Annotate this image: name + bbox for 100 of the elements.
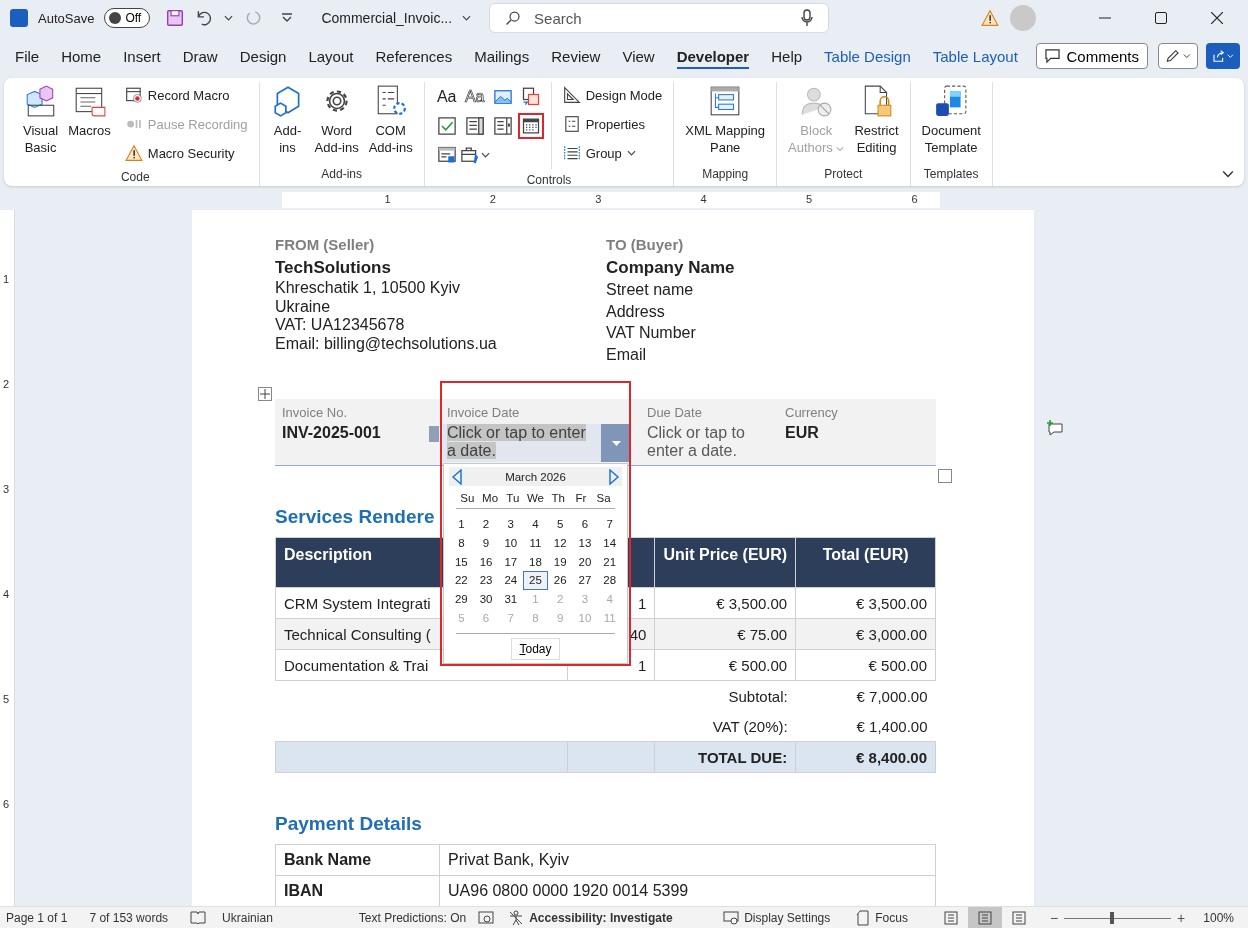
ribbon-button[interactable]: Document Template (918, 82, 984, 163)
calendar-day[interactable]: 15 (449, 552, 474, 572)
editing-button[interactable] (1158, 43, 1198, 69)
calendar-day[interactable]: 24 (498, 571, 524, 590)
calendar-day[interactable]: 2 (473, 515, 499, 534)
field-value: INV-2025-001 (282, 424, 381, 442)
control-button[interactable] (517, 112, 544, 139)
ribbon-tab[interactable]: Review (540, 36, 612, 76)
table-cell: Privat Bank, Kyiv (439, 844, 936, 876)
calendar-day[interactable]: 28 (597, 571, 622, 590)
book-check-icon[interactable] (190, 911, 207, 925)
placeholder-text[interactable]: Click or tap to enter a date. (647, 424, 778, 460)
field-label: Invoice Date (447, 405, 521, 420)
word-count[interactable]: 7 of 153 words (89, 911, 169, 925)
ribbon-tab[interactable]: Layout (297, 36, 365, 76)
calendar-day[interactable]: 31 (498, 589, 524, 609)
ribbon-button[interactable]: Word Add-ins (311, 82, 362, 163)
calendar-day[interactable]: 17 (498, 552, 524, 572)
previous-month-button[interactable] (451, 468, 463, 485)
view-button[interactable] (967, 907, 1002, 928)
table-move-icon[interactable] (258, 387, 272, 401)
address-line: Email (606, 344, 647, 365)
zoom-thumb[interactable] (1110, 912, 1115, 924)
calendar-day[interactable]: 25 (523, 571, 548, 590)
ribbon-button[interactable]: Visual Basic (20, 82, 62, 166)
chevron-down-icon (480, 151, 490, 158)
language-label[interactable]: Ukrainian (222, 911, 273, 925)
control-handle[interactable] (429, 426, 439, 442)
maximize-icon[interactable] (1155, 12, 1167, 24)
calendar-day[interactable]: 29 (449, 589, 474, 609)
today-button[interactable]: Today (511, 638, 560, 661)
ribbon-tab[interactable]: Mailings (463, 36, 541, 76)
calendar-day[interactable]: 6 (572, 515, 598, 534)
calendar-day[interactable]: 27 (572, 571, 598, 590)
calendar-day[interactable]: 14 (597, 533, 622, 553)
ribbon-tab[interactable]: Developer (665, 36, 761, 76)
weekday-label: Mo (481, 492, 500, 504)
calendar-day[interactable]: 1 (449, 515, 474, 534)
table-resize-handle[interactable] (938, 469, 952, 483)
save-icon[interactable] (166, 9, 185, 27)
calendar-day[interactable]: 16 (473, 552, 499, 572)
autosave-toggle[interactable]: Off (104, 8, 151, 28)
calendar-day[interactable]: 3 (498, 515, 524, 534)
calendar-day[interactable]: 23 (473, 571, 499, 590)
focus-target-icon[interactable] (478, 911, 495, 925)
ribbon-tab[interactable]: Table Layout (921, 36, 1029, 76)
ribbon-tab[interactable]: Help (760, 36, 814, 76)
ribbon-tab[interactable]: Home (50, 36, 113, 76)
ribbon-tab[interactable]: References (364, 36, 464, 76)
zoom-out-button[interactable]: − (1049, 910, 1059, 926)
zoom-level[interactable]: 100% (1203, 911, 1234, 925)
ribbon-tab[interactable]: Draw (171, 36, 229, 76)
calendar-day[interactable]: 30 (473, 589, 499, 609)
weekday-label: Sa (595, 492, 612, 504)
calendar-day[interactable]: 7 (597, 515, 622, 534)
ribbon-button[interactable]: Macro Security (121, 140, 251, 166)
ruler-number: 4 (3, 588, 10, 600)
calendar-day[interactable]: 5 (547, 515, 573, 534)
close-icon[interactable] (1211, 12, 1223, 24)
ribbon-button[interactable]: XML Mapping Pane (682, 82, 769, 163)
microphone-icon[interactable] (801, 9, 814, 27)
share-button[interactable] (1206, 43, 1240, 69)
focus-button[interactable]: Focus (856, 910, 908, 926)
search-field[interactable]: Search (489, 3, 830, 33)
ribbon-button[interactable]: Macros (65, 82, 114, 166)
calendar-day[interactable]: 22 (449, 571, 474, 590)
display-settings-button[interactable]: Display Settings (723, 911, 831, 925)
next-month-button[interactable] (608, 468, 620, 485)
ruler-number: 3 (595, 193, 602, 205)
calendar-day[interactable]: 18 (523, 552, 548, 572)
new-comment-icon[interactable] (1046, 420, 1064, 436)
ribbon-button[interactable]: Design Mode (559, 82, 666, 108)
ribbon-tab[interactable]: Table Design (813, 36, 922, 76)
ribbon-button[interactable]: Group (559, 140, 666, 166)
ribbon-button[interactable]: Add- ins (267, 82, 308, 163)
ribbon-button[interactable]: Properties (559, 111, 666, 137)
collapse-ribbon-icon[interactable] (1222, 170, 1234, 178)
page-count[interactable]: Page 1 of 1 (6, 911, 68, 925)
chevron-down-icon (1227, 53, 1234, 59)
text-control-button[interactable]: Aa (433, 84, 460, 109)
accessibility-button[interactable]: Accessibility: Investigate (508, 910, 673, 926)
ribbon-tab[interactable]: Design (228, 36, 298, 76)
calendar-day[interactable]: 4 (523, 515, 548, 534)
ribbon-tab[interactable]: Insert (112, 36, 172, 76)
calendar-day[interactable]: 21 (597, 552, 622, 572)
calendar-day[interactable]: 20 (572, 552, 598, 572)
document-title[interactable]: Commercial_Invoic... (321, 10, 453, 26)
zoom-in-button[interactable]: + (1177, 910, 1186, 926)
ribbon-button[interactable]: COM Add-ins (365, 82, 416, 163)
list-box-icon (492, 115, 513, 136)
ribbon-button[interactable]: Restrict Editing (851, 82, 902, 163)
dropdown-button[interactable] (601, 424, 631, 462)
ribbon-button[interactable]: Record Macro (121, 82, 251, 108)
left-arrow-icon (451, 468, 463, 485)
comments-button[interactable]: Comments (1036, 43, 1148, 69)
customize-icon[interactable] (281, 13, 294, 23)
ribbon-tab[interactable]: File (4, 36, 51, 76)
calendar-day[interactable]: 13 (572, 533, 598, 553)
ribbon-tab[interactable]: View (611, 36, 666, 76)
text-predictions[interactable]: Text Predictions: On (358, 911, 467, 925)
